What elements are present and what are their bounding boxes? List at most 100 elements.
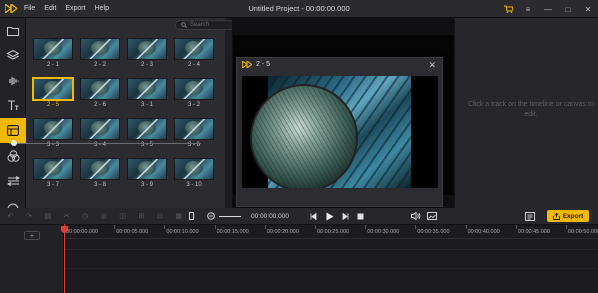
add-track-button[interactable]: +: [24, 231, 40, 240]
popup-header: 2 - 5: [237, 58, 442, 71]
timeline-tick-label: 00:00:30.000: [365, 225, 400, 235]
layers-icon[interactable]: [0, 43, 26, 68]
export-label: Export: [562, 212, 584, 220]
redo-icon[interactable]: ↷: [25, 212, 34, 220]
playback-bar: 00:00:00.000: [183, 208, 454, 224]
transition-label: 2 - 4: [187, 62, 200, 68]
transition-thumbnail: [32, 77, 74, 101]
transition-item[interactable]: 3 - 3: [33, 118, 73, 148]
screenshot-icon[interactable]: [426, 212, 438, 220]
timeline: + 00:00:00.000 00:00:05.000 00:00:10.000 00…: [0, 224, 598, 293]
transition-label: 3 - 8: [93, 182, 106, 188]
filters-icon[interactable]: [0, 143, 26, 168]
popup-video: [242, 76, 438, 188]
stop-icon[interactable]: [356, 213, 366, 220]
transition-label: 2 - 5: [46, 102, 59, 108]
folder-icon[interactable]: [0, 18, 26, 43]
export-icon: [552, 212, 560, 220]
transition-item[interactable]: 2 - 3: [127, 38, 167, 68]
transition-thumbnail: [33, 158, 73, 180]
transition-label: 3 - 10: [186, 182, 202, 188]
freeze-icon[interactable]: ⊞: [137, 212, 146, 220]
transition-thumbnail: [33, 118, 73, 140]
search-icon: [181, 22, 187, 28]
text-icon[interactable]: [0, 93, 26, 118]
zoom-slider[interactable]: [219, 215, 241, 217]
transition-thumbnail: [127, 78, 167, 100]
transition-item[interactable]: 3 - 1: [127, 78, 167, 108]
popup-progress-knob[interactable]: [11, 140, 17, 146]
step-back-icon[interactable]: [309, 212, 319, 220]
popup-title: 2 - 5: [256, 61, 271, 68]
menu-help[interactable]: Help: [95, 5, 109, 12]
transition-item[interactable]: 3 - 7: [33, 158, 73, 188]
marker-icon[interactable]: [186, 212, 196, 220]
transition-label: 3 - 7: [46, 182, 59, 188]
search-input[interactable]: Search: [175, 20, 235, 30]
menu-file[interactable]: File: [24, 5, 35, 12]
app-logo-icon: [4, 0, 18, 18]
menu-icon[interactable]: ≡: [518, 0, 538, 18]
undo-icon[interactable]: ↶: [6, 212, 15, 220]
minimize-icon[interactable]: —: [538, 0, 558, 18]
window-controls: ≡ — □ ✕: [498, 0, 598, 18]
playhead[interactable]: [64, 224, 65, 293]
transition-item[interactable]: 3 - 6: [174, 118, 214, 148]
transition-thumbnail: [33, 38, 73, 60]
mosaic-icon[interactable]: ▦: [174, 212, 183, 220]
timeline-ruler[interactable]: 00:00:00.000 00:00:05.000 00:00:10.000 00:0…: [63, 225, 598, 239]
preview-image: [250, 76, 411, 188]
volume-icon[interactable]: [410, 212, 422, 220]
transition-item[interactable]: 2 - 5: [32, 77, 74, 108]
transition-item[interactable]: 3 - 2: [174, 78, 214, 108]
transition-thumbnail: [80, 78, 120, 100]
popup-progress-track[interactable]: [9, 143, 201, 144]
transition-thumbnail: [174, 38, 214, 60]
transition-label: 2 - 1: [46, 62, 59, 68]
menu-export[interactable]: Export: [65, 5, 85, 12]
transition-label: 3 - 9: [140, 182, 153, 188]
transition-item[interactable]: 2 - 2: [80, 38, 120, 68]
audio-wave-icon[interactable]: [0, 68, 26, 93]
transition-item[interactable]: 2 - 4: [174, 38, 214, 68]
transition-label: 3 - 1: [140, 102, 153, 108]
transition-item[interactable]: 2 - 6: [80, 78, 120, 108]
tool-strip: [0, 18, 26, 209]
timeline-tick-label: 00:00:20.000: [264, 225, 299, 235]
crop-icon[interactable]: ◷: [81, 212, 90, 220]
split-icon[interactable]: ✂: [62, 212, 71, 220]
transition-library: Search 2 - 1 2 - 2 2 - 3 2 - 4 2 - 5 2 - 6 3 -…: [26, 18, 250, 208]
transition-item[interactable]: 3 - 10: [174, 158, 214, 188]
export-button[interactable]: Export: [547, 210, 589, 222]
rotate-icon[interactable]: ◍: [100, 212, 109, 220]
transition-item[interactable]: 3 - 8: [80, 158, 120, 188]
timeline-tick-label: 00:00:25.000: [314, 225, 350, 235]
step-forward-icon[interactable]: [341, 212, 351, 220]
overlay-icon[interactable]: [0, 168, 26, 193]
zoom-out-icon[interactable]: [206, 212, 216, 220]
timeline-tick-label: 00:00:50.000: [565, 225, 598, 235]
app-window: File Edit Export Help Untitled Project -…: [0, 0, 598, 293]
delete-icon[interactable]: ▤: [43, 212, 52, 220]
cart-icon[interactable]: [498, 0, 518, 18]
transition-item[interactable]: 3 - 4: [80, 118, 120, 148]
menu-edit[interactable]: Edit: [44, 5, 56, 12]
transition-item[interactable]: 3 - 9: [127, 158, 167, 188]
speed-icon[interactable]: ◫: [118, 212, 127, 220]
close-icon[interactable]: ✕: [428, 60, 436, 71]
duration-icon[interactable]: ⊟: [156, 212, 165, 220]
transition-grid: 2 - 1 2 - 2 2 - 3 2 - 4 2 - 5 2 - 6 3 - 1 3 - 2…: [32, 38, 214, 188]
transition-label: 2 - 3: [140, 62, 153, 68]
maximize-icon[interactable]: □: [558, 0, 578, 18]
transition-item[interactable]: 3 - 5: [127, 118, 167, 148]
edit-toolbar: ↶ ↷ ▤ ✂ ◷ ◍ ◫ ⊞ ⊟ ▦: [0, 208, 183, 224]
transition-thumbnail: [127, 38, 167, 60]
settings-icon[interactable]: [524, 211, 536, 221]
transition-thumbnail: [174, 158, 214, 180]
timeline-tick-label: 00:00:40.000: [465, 225, 500, 235]
inspector-hint: Click a track on the timeline or canvas …: [468, 101, 594, 118]
play-icon[interactable]: [324, 212, 336, 221]
close-icon[interactable]: ✕: [578, 0, 598, 18]
transition-item[interactable]: 2 - 1: [33, 38, 73, 68]
timeline-track[interactable]: [64, 249, 598, 269]
